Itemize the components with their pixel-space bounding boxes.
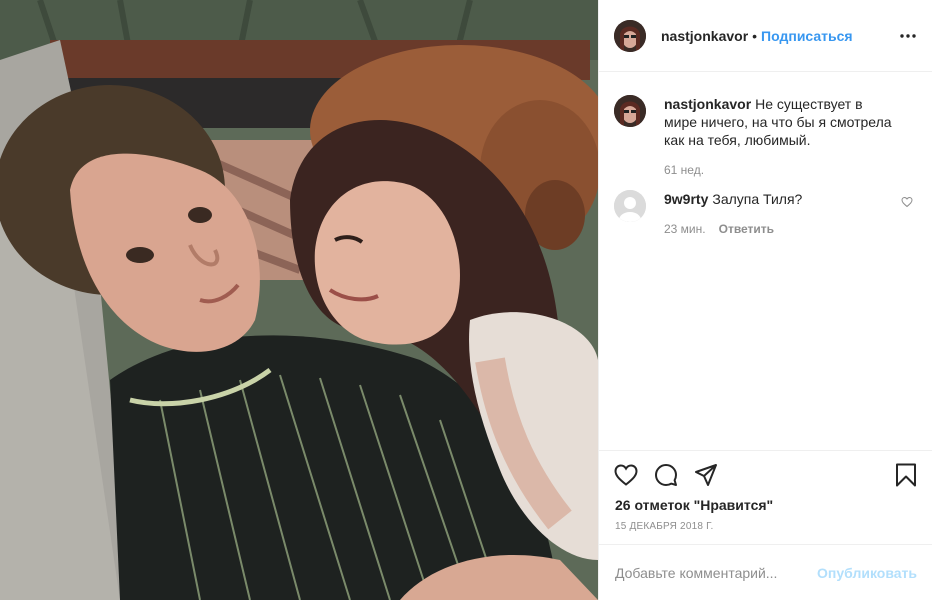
comment-input[interactable] [615,564,818,581]
caption-body: nastjonkavor Не существует в мире ничего,… [664,95,895,177]
share-paper-plane-icon[interactable] [693,462,719,488]
author-username[interactable]: nastjonkavor [661,28,748,44]
follow-button[interactable]: Подписаться [761,28,853,44]
instagram-post: nastjonkavor • Подписаться nastjonkavor … [0,0,932,600]
post-side-panel: nastjonkavor • Подписаться nastjonkavor … [598,0,932,600]
comment-meta: 23 мин. Ответить [664,222,895,236]
publish-button[interactable]: Опубликовать [817,565,917,581]
post-date[interactable]: 15 ДЕКАБРЯ 2018 Г. [599,521,932,532]
post-photo[interactable] [0,0,598,600]
comment-text: Залупа Тиля? [712,191,803,207]
reply-button[interactable]: Ответить [719,222,774,236]
save-bookmark-icon[interactable] [893,462,919,488]
more-options-icon[interactable] [898,26,918,46]
avatar-image [614,95,646,127]
action-icons-row [599,451,932,499]
caption-meta: 61 нед. [664,163,895,177]
avatar-image [614,19,646,52]
post-header: nastjonkavor • Подписаться [599,0,932,72]
caption-time[interactable]: 61 нед. [664,163,704,177]
commenter-avatar[interactable] [614,190,646,222]
comment-text-block: 9w9rty Залупа Тиля? [664,190,895,208]
caption-comment: nastjonkavor Не существует в мире ничего,… [614,95,917,177]
like-heart-icon[interactable] [613,462,639,488]
default-avatar-icon [614,190,646,222]
comment-speech-bubble-icon[interactable] [653,462,679,488]
comment-time[interactable]: 23 мин. [664,222,706,236]
comment-username[interactable]: 9w9rty [664,191,708,207]
post-actions: 26 отметок "Нравится" 15 ДЕКАБРЯ 2018 Г. [599,450,932,532]
add-comment-bar: Опубликовать [599,544,932,600]
separator-dot: • [752,27,758,44]
caption-text-block: nastjonkavor Не существует в мире ничего,… [664,95,895,149]
comment-item: 9w9rty Залупа Тиля? 23 мин. Ответить [614,190,917,236]
likes-count[interactable]: 26 отметок "Нравится" [599,497,932,513]
comments-list: nastjonkavor Не существует в мире ничего,… [599,72,932,450]
post-photo-image [0,0,598,600]
comment-body: 9w9rty Залупа Тиля? 23 мин. Ответить [664,190,895,236]
caption-author-avatar[interactable] [614,95,646,127]
caption-username[interactable]: nastjonkavor [664,96,751,112]
comment-heart-icon[interactable] [901,195,913,208]
author-avatar[interactable] [614,19,646,52]
